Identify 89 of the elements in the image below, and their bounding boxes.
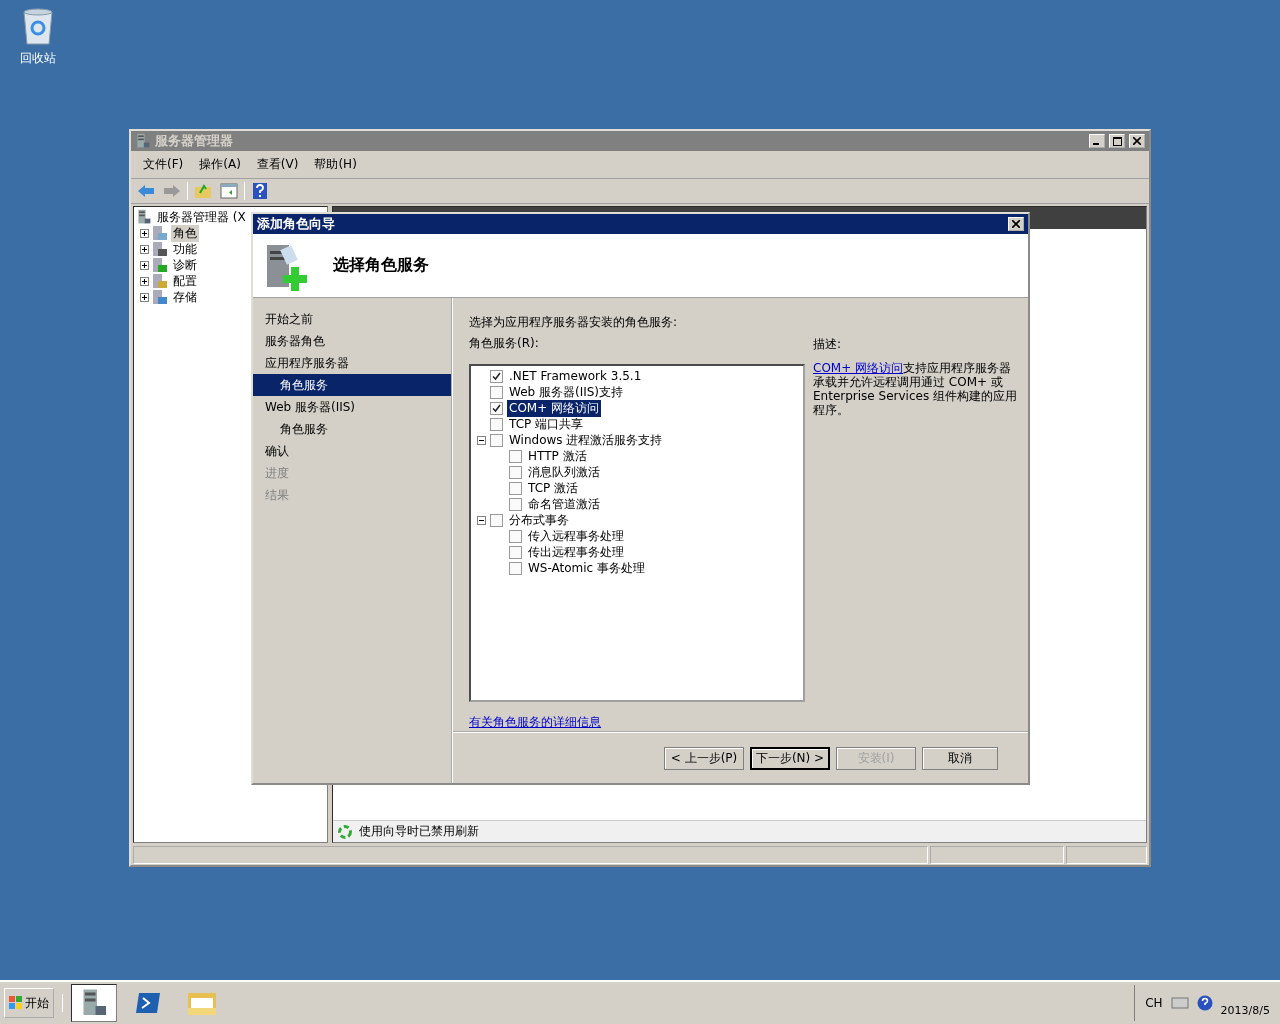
menu-item[interactable]: 帮助(H): [308, 154, 363, 175]
tree-item[interactable]: 角色: [171, 224, 199, 242]
desktop-icon-label[interactable]: 回收站: [20, 50, 56, 67]
role-service-label[interactable]: Web 服务器(IIS)支持: [507, 383, 626, 401]
checkbox[interactable]: [490, 369, 503, 383]
close-button[interactable]: [1129, 134, 1145, 148]
wizard-step[interactable]: 确认: [253, 440, 451, 462]
dialog-title: 添加角色向导: [257, 215, 336, 233]
server-icon: [135, 133, 151, 149]
role-service-label[interactable]: 分布式事务: [507, 511, 571, 529]
node-icon: [152, 273, 168, 289]
windows-logo-icon: [9, 996, 23, 1010]
close-icon: [1133, 137, 1141, 145]
server-icon: [136, 209, 152, 225]
role-service-label[interactable]: Windows 进程激活服务支持: [507, 431, 665, 449]
checkbox[interactable]: [509, 481, 522, 495]
wizard-button[interactable]: 取消: [922, 746, 998, 770]
prompt-text: 选择为应用程序服务器安装的角色服务:: [469, 314, 679, 331]
node-icon: [152, 225, 168, 241]
checkbox[interactable]: [509, 497, 522, 511]
role-service-label[interactable]: 传入远程事务处理: [526, 527, 626, 545]
minimize-button[interactable]: [1089, 134, 1105, 148]
maximize-icon: [1112, 136, 1122, 146]
wizard-step[interactable]: Web 服务器(IIS): [253, 396, 451, 418]
menu-item[interactable]: 文件(F): [137, 154, 190, 175]
refresh-icon: [337, 823, 353, 840]
role-service-label[interactable]: 命名管道激活: [526, 495, 602, 513]
menu-item[interactable]: 操作(A): [193, 154, 247, 175]
checkbox[interactable]: [490, 513, 503, 527]
role-service-label[interactable]: 消息队列激活: [526, 463, 602, 481]
node-icon: [152, 257, 168, 273]
expand-icon[interactable]: [140, 260, 149, 270]
expand-icon[interactable]: [140, 292, 149, 302]
list-label: 角色服务(R):: [469, 335, 540, 352]
help-icon[interactable]: [1196, 995, 1213, 1011]
language-indicator[interactable]: CH: [1145, 996, 1163, 1010]
wizard-button[interactable]: 下一步(N) >: [750, 746, 830, 770]
checkbox[interactable]: [490, 433, 503, 447]
folder-icon: [187, 990, 217, 1016]
page-heading: 选择角色服务: [333, 255, 429, 276]
wizard-step[interactable]: 开始之前: [253, 308, 451, 330]
checkbox[interactable]: [509, 529, 522, 543]
close-icon: [1012, 220, 1020, 228]
tree-item[interactable]: 诊断: [171, 256, 199, 274]
collapse-icon[interactable]: [477, 515, 486, 525]
wizard-button[interactable]: < 上一步(P): [664, 746, 744, 770]
checkbox[interactable]: [509, 449, 522, 463]
role-service-label[interactable]: WS-Atomic 事务处理: [526, 559, 648, 577]
role-service-label[interactable]: COM+ 网络访问: [507, 399, 602, 417]
checkbox[interactable]: [509, 465, 522, 479]
menu-item[interactable]: 查看(V): [250, 154, 305, 175]
expand-icon[interactable]: [140, 244, 149, 254]
tree-root[interactable]: 服务器管理器 (X: [155, 208, 248, 226]
checkbox[interactable]: [509, 545, 522, 559]
description-link[interactable]: COM+ 网络访问: [813, 361, 904, 375]
role-service-label[interactable]: .NET Framework 3.5.1: [507, 369, 644, 383]
checkbox[interactable]: [490, 401, 503, 415]
wizard-step[interactable]: 服务器角色: [253, 330, 451, 352]
wizard-step[interactable]: 角色服务: [253, 374, 451, 396]
role-service-label[interactable]: TCP 激活: [526, 479, 581, 497]
node-icon: [152, 289, 168, 305]
wizard-step[interactable]: 角色服务: [253, 418, 451, 440]
tree-item[interactable]: 存储: [171, 288, 199, 306]
checkbox[interactable]: [509, 561, 522, 575]
tree-item[interactable]: 功能: [171, 240, 199, 258]
start-button[interactable]: 开始: [4, 988, 54, 1018]
powershell-icon: [135, 992, 161, 1014]
expand-icon[interactable]: [140, 276, 149, 286]
status-text: 使用向导时已禁用刷新: [359, 823, 479, 840]
wizard-step[interactable]: 应用程序服务器: [253, 352, 451, 374]
more-info-link[interactable]: 有关角色服务的详细信息: [469, 715, 601, 729]
expand-icon[interactable]: [140, 228, 149, 238]
description-text: COM+ 网络访问支持应用程序服务器承载并允许远程调用通过 COM+ 或 Enterprise Services 组件构建的应用程序。: [813, 361, 1018, 417]
maximize-button[interactable]: [1109, 134, 1125, 148]
clock-date[interactable]: 2013/8/5: [1220, 1004, 1270, 1021]
close-button[interactable]: [1008, 217, 1024, 231]
checkbox[interactable]: [490, 417, 503, 431]
description-label: 描述:: [813, 336, 843, 353]
window-title: 服务器管理器: [155, 132, 234, 150]
collapse-icon[interactable]: [477, 435, 486, 445]
recycle-bin-icon[interactable]: [20, 6, 56, 46]
role-service-label[interactable]: 传出远程事务处理: [526, 543, 626, 561]
server-manager-taskbar-button[interactable]: [71, 984, 117, 1022]
tree-item[interactable]: 配置: [171, 272, 199, 290]
role-service-label[interactable]: HTTP 激活: [526, 447, 589, 465]
role-service-label[interactable]: TCP 端口共享: [507, 415, 586, 433]
checkbox[interactable]: [490, 385, 503, 399]
node-icon: [152, 241, 168, 257]
console-tree-button[interactable]: [218, 181, 240, 201]
